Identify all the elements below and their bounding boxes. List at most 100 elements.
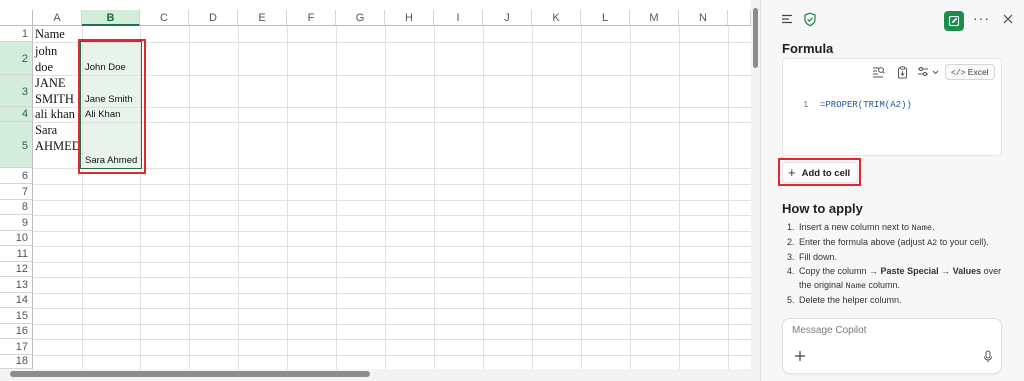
step-number: 5.	[787, 295, 795, 305]
column-header-d[interactable]: D	[189, 10, 238, 26]
steps-list: 1. Insert a new column next to Name. 2. …	[787, 220, 1002, 307]
cell-a3-line1[interactable]: JANE	[35, 75, 66, 91]
step-number: 3.	[787, 252, 795, 262]
row-header-4[interactable]: 4	[0, 107, 33, 122]
inline-code: A2	[927, 238, 938, 248]
row-number: 18	[15, 355, 28, 367]
step-number: 1.	[787, 222, 795, 232]
step-5: 5. Delete the helper column.	[787, 293, 1002, 307]
column-header-a[interactable]: A	[33, 10, 82, 26]
gridline	[238, 26, 239, 369]
column-header-m[interactable]: M	[630, 10, 679, 26]
gridline	[33, 293, 751, 294]
gridline	[33, 215, 751, 216]
row-header-16[interactable]: 16	[0, 324, 33, 339]
attach-plus-icon[interactable]	[794, 349, 806, 366]
column-header-j[interactable]: J	[483, 10, 532, 26]
gridline	[33, 277, 751, 278]
settings-dropdown-icon[interactable]	[917, 66, 941, 81]
row-number: 2	[21, 53, 28, 65]
cell-a1[interactable]: Name	[35, 26, 65, 42]
column-header-b[interactable]: B	[82, 10, 140, 26]
column-header-partial	[728, 10, 751, 26]
row-header-2[interactable]: 2	[0, 42, 33, 75]
row-number: 1	[21, 28, 28, 40]
row-header-13[interactable]: 13	[0, 277, 33, 293]
row-header-5[interactable]: 5	[0, 122, 33, 168]
row-header-1[interactable]: 1	[0, 26, 33, 42]
more-icon[interactable]: ···	[973, 10, 990, 26]
gridline	[33, 308, 751, 309]
spreadsheet-grid[interactable]: A B C D E F G H I J K L M N 1 2 3 4 5 6 …	[0, 0, 760, 381]
gridline	[33, 339, 751, 340]
column-header-i[interactable]: I	[434, 10, 483, 26]
row-header-7[interactable]: 7	[0, 184, 33, 200]
row-header-18[interactable]: 18	[0, 355, 33, 369]
row-number: 12	[15, 263, 28, 275]
gridline	[33, 355, 751, 356]
row-number: 10	[15, 232, 28, 244]
column-header-l[interactable]: L	[581, 10, 630, 26]
row-header-8[interactable]: 8	[0, 200, 33, 215]
gridline	[33, 200, 751, 201]
row-number: 17	[15, 341, 28, 353]
row-header-9[interactable]: 9	[0, 215, 33, 231]
step-1: 1. Insert a new column next to Name.	[787, 220, 1002, 235]
gridline	[33, 262, 751, 263]
excel-language-chip[interactable]: </> Excel	[945, 64, 995, 80]
gridline	[336, 26, 337, 369]
edit-icon[interactable]	[944, 11, 964, 31]
gridline	[679, 26, 680, 369]
column-header-e[interactable]: E	[238, 10, 287, 26]
gridline	[33, 324, 751, 325]
step-text: Copy the column →	[799, 266, 881, 276]
horizontal-scroll-thumb[interactable]	[10, 371, 370, 377]
column-header-n[interactable]: N	[679, 10, 728, 26]
message-input[interactable]	[792, 325, 972, 336]
row-header-14[interactable]: 14	[0, 293, 33, 308]
how-to-apply-title: How to apply	[782, 201, 863, 216]
row-number: 8	[21, 201, 28, 213]
row-header-10[interactable]: 10	[0, 231, 33, 246]
cell-a2-line2[interactable]: doe	[35, 59, 53, 75]
cell-a2-line1[interactable]: john	[35, 43, 57, 59]
shield-check-icon[interactable]	[803, 12, 817, 30]
explain-icon[interactable]	[872, 66, 885, 81]
close-icon[interactable]	[1002, 12, 1014, 28]
gridline	[189, 26, 190, 369]
step-4: 4. Copy the column → Paste Special → Val…	[787, 264, 1002, 293]
step-text: .	[931, 222, 935, 232]
copy-icon[interactable]	[897, 66, 908, 82]
column-header-f[interactable]: F	[287, 10, 336, 26]
menu-icon[interactable]	[780, 12, 794, 29]
gridline	[33, 231, 751, 232]
formula-code[interactable]: =PROPER(TRIM(A2))	[820, 100, 912, 110]
step-text: Enter the formula above (adjust	[799, 237, 928, 247]
row-header-3[interactable]: 3	[0, 75, 33, 107]
vertical-scroll-thumb[interactable]	[753, 8, 758, 68]
column-header-g[interactable]: G	[336, 10, 385, 26]
cell-a4[interactable]: ali khan	[35, 106, 75, 122]
cell-a3-line2[interactable]: SMITH	[35, 91, 74, 107]
row-header-15[interactable]: 15	[0, 308, 33, 324]
cell-a5-line1[interactable]: Sara	[35, 122, 57, 138]
column-header-c[interactable]: C	[140, 10, 189, 26]
step-number: 4.	[787, 266, 795, 276]
row-header-11[interactable]: 11	[0, 246, 33, 262]
row-header-17[interactable]: 17	[0, 339, 33, 355]
gridline	[581, 26, 582, 369]
step-text: Insert a new column next to	[799, 222, 912, 232]
microphone-icon[interactable]	[983, 350, 993, 366]
step-2: 2. Enter the formula above (adjust A2 to…	[787, 235, 1002, 250]
inline-code: Name	[845, 281, 866, 291]
cell-a5-line2[interactable]: AHMED	[35, 138, 81, 154]
highlight-box-add-button	[778, 158, 861, 186]
row-header-12[interactable]: 12	[0, 262, 33, 277]
select-all-corner[interactable]	[0, 10, 33, 26]
row-header-6[interactable]: 6	[0, 168, 33, 184]
column-header-k[interactable]: K	[532, 10, 581, 26]
column-header-h[interactable]: H	[385, 10, 434, 26]
inline-code: Name	[911, 223, 932, 233]
formula-title: Formula	[782, 41, 834, 56]
gridline	[33, 184, 751, 185]
